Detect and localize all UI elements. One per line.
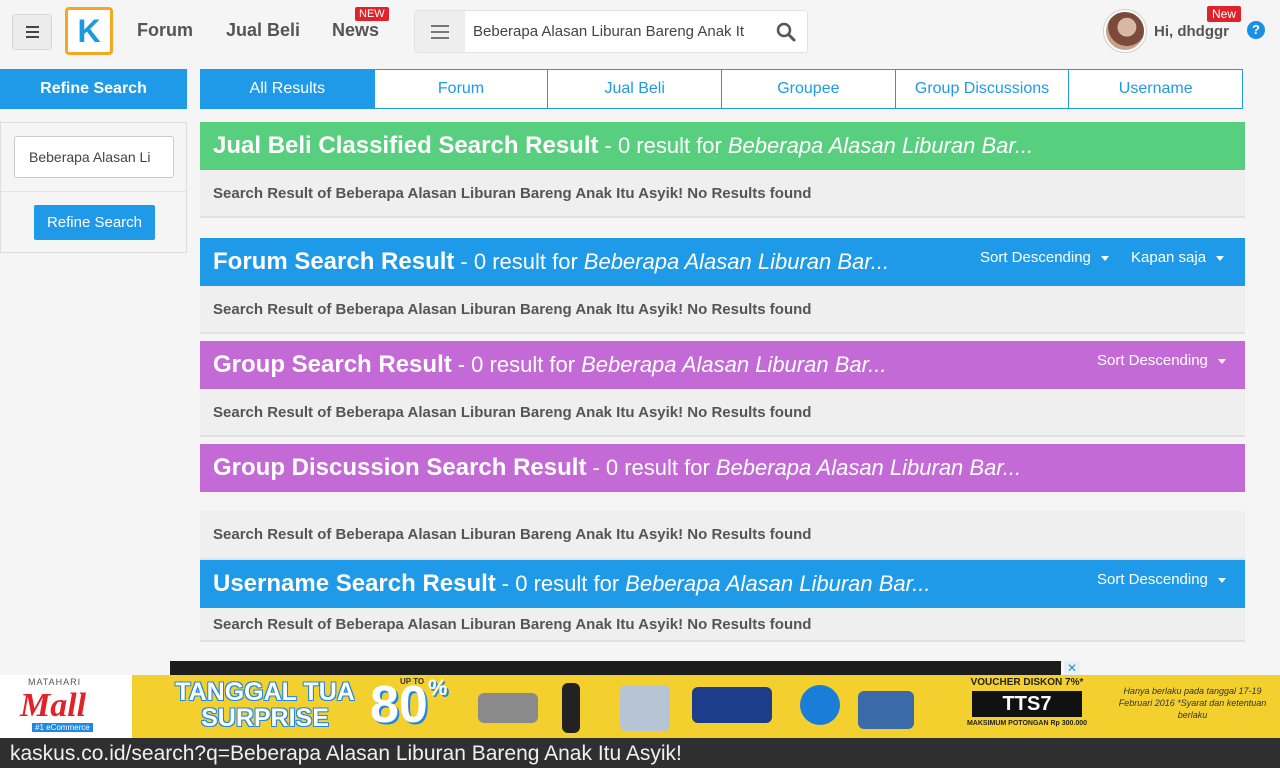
result-message: Search Result of Beberapa Alasan Liburan… [200,511,1245,560]
result-query: Beberapa Alasan Liburan Bar... [715,455,1022,480]
result-group: Group Search Result - 0 result for Beber… [200,341,1245,437]
result-header: Username Search Result - 0 result for Be… [200,560,1245,608]
close-ad-icon[interactable]: ✕ [1064,661,1080,675]
result-title: Group Discussion Search Result [213,454,587,481]
time-dropdown[interactable]: Kapan saja [1131,249,1225,266]
refine-search-panel: Beberapa Alasan Li Refine Search [0,122,187,253]
tab-username[interactable]: Username [1069,70,1243,108]
result-count: - 0 result for [457,352,576,377]
user-avatar[interactable] [1104,10,1146,52]
status-bar-url: kaskus.co.id/search?q=Beberapa Alasan Li… [0,738,1280,768]
nav-news[interactable]: News [332,20,379,41]
sort-dropdown[interactable]: Sort Descending [1097,352,1226,369]
result-count: - 0 result for [501,571,620,596]
tab-all-results[interactable]: All Results [201,70,375,108]
search-input[interactable] [473,11,763,52]
result-tabs: All Results Forum Jual Beli Groupee Grou… [200,69,1243,109]
result-query: Beberapa Alasan Liburan Bar... [583,249,890,274]
result-message: Search Result of Beberapa Alasan Liburan… [200,286,1245,334]
user-new-badge: New [1207,6,1242,22]
result-message: Search Result of Beberapa Alasan Liburan… [200,170,1245,218]
tab-group-discussions[interactable]: Group Discussions [895,70,1070,108]
result-query: Beberapa Alasan Liburan Bar... [727,133,1034,158]
result-query: Beberapa Alasan Liburan Bar... [581,352,887,377]
result-forum: Forum Search Result - 0 result for Beber… [200,238,1245,334]
tab-groupee[interactable]: Groupee [722,70,896,108]
result-header: Forum Search Result - 0 result for Beber… [200,238,1245,286]
user-greeting[interactable]: Hi, dhdggr [1154,23,1229,40]
result-title: Jual Beli Classified Search Result [213,132,599,159]
menu-icon[interactable] [12,14,52,50]
ad-headline: TANGGAL TUA SURPRISE [175,678,355,732]
top-navbar: K Forum Jual Beli News NEW Hi, dhdggr Ne… [0,0,1280,62]
kaskus-logo[interactable]: K [65,7,113,55]
result-header: Group Search Result - 0 result for Beber… [200,341,1245,389]
chevron-down-icon [1100,255,1109,261]
refine-search-header: Refine Search [0,69,187,109]
chevron-down-icon [1217,577,1226,583]
search-icon[interactable] [775,21,797,43]
result-count: - 0 result for [460,249,578,274]
news-new-badge: NEW [355,7,389,21]
result-jual-beli: Jual Beli Classified Search Result - 0 r… [200,122,1245,218]
tab-forum[interactable]: Forum [374,70,549,108]
ad-strip [170,661,1061,675]
result-username: Username Search Result - 0 result for Be… [200,560,1245,642]
nav-forum[interactable]: Forum [137,20,193,41]
sort-dropdown[interactable]: Sort Descending [980,249,1109,266]
result-count: - 0 result for [604,133,722,158]
result-query: Beberapa Alasan Liburan Bar... [625,571,931,596]
ad-products-image [470,681,950,733]
ad-percent: UP TO 80% [370,675,448,734]
result-group-discussion: Group Discussion Search Result - 0 resul… [200,444,1245,560]
help-icon[interactable]: ? [1247,21,1265,39]
result-title: Username Search Result [213,570,496,597]
search-category-icon[interactable] [415,11,465,52]
result-header: Group Discussion Search Result - 0 resul… [200,444,1245,492]
result-count: - 0 result for [592,455,710,480]
sort-dropdown[interactable]: Sort Descending [1097,571,1226,588]
refine-search-input[interactable]: Beberapa Alasan Li [14,136,174,178]
chevron-down-icon [1216,255,1225,261]
ad-banner[interactable]: MATAHARI Mall #1 eCommerce TANGGAL TUA S… [0,675,1280,738]
result-message: Search Result of Beberapa Alasan Liburan… [200,389,1245,437]
search-box [414,10,808,53]
chevron-down-icon [1217,358,1226,364]
refine-search-button[interactable]: Refine Search [34,205,155,240]
tab-jual-beli[interactable]: Jual Beli [548,70,723,108]
ad-fine-print: Hanya berlaku pada tanggal 17-19 Februar… [1118,686,1267,720]
result-title: Forum Search Result [213,248,455,275]
result-message: Search Result of Beberapa Alasan Liburan… [200,608,1245,642]
matahari-mall-logo: MATAHARI Mall #1 eCommerce [10,677,125,734]
ad-voucher: VOUCHER DISKON 7%* TTS7 MAKSIMUM POTONGA… [966,677,1088,727]
nav-jual-beli[interactable]: Jual Beli [226,20,300,41]
result-title: Group Search Result [213,351,452,378]
result-header: Jual Beli Classified Search Result - 0 r… [200,122,1245,170]
divider [1,191,186,192]
